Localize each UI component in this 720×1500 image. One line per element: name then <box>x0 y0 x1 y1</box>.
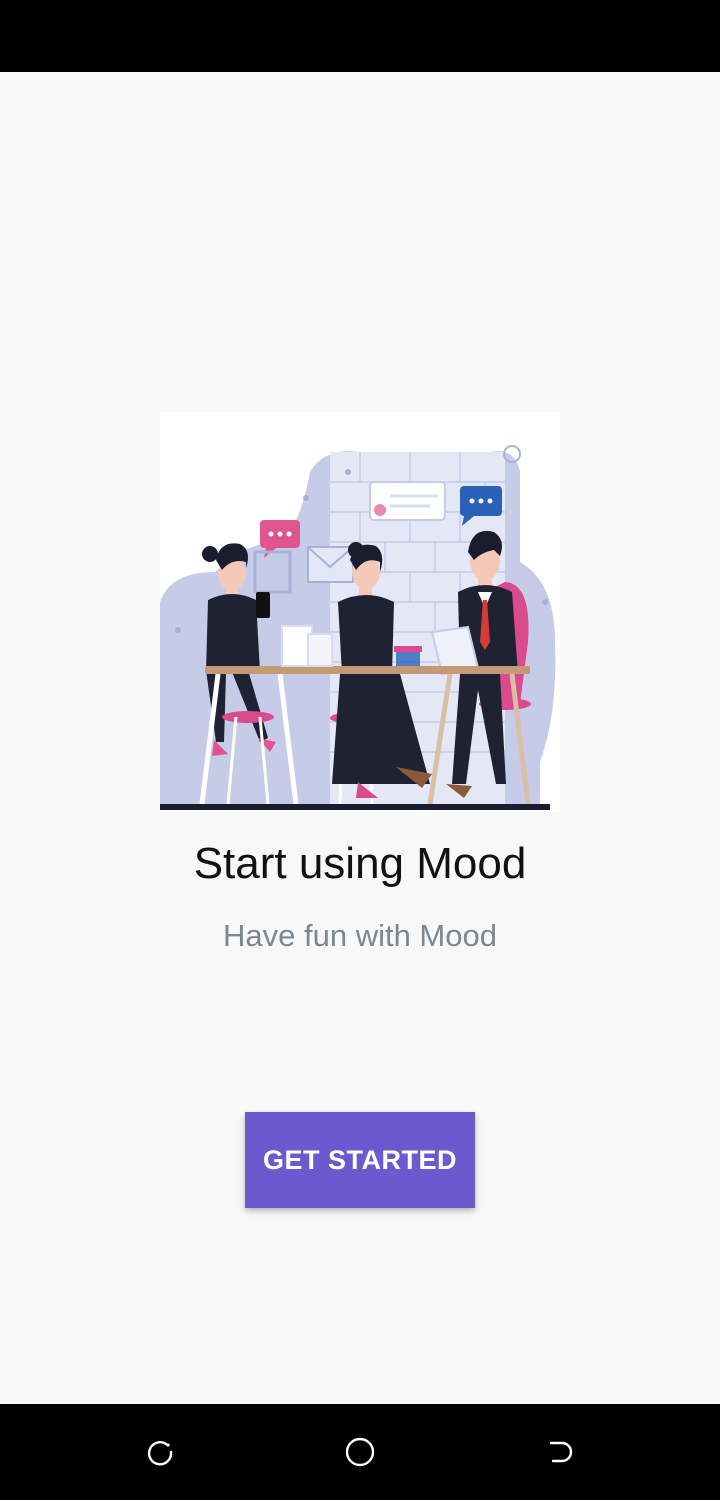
get-started-button[interactable]: GET STARTED <box>245 1112 475 1208</box>
recent-apps-icon[interactable] <box>140 1432 180 1472</box>
team-meeting-illustration <box>160 412 560 812</box>
back-icon[interactable] <box>540 1432 580 1472</box>
onboarding-screen: Start using Mood Have fun with Mood GET … <box>0 72 720 1404</box>
home-icon[interactable] <box>340 1432 380 1472</box>
page-title: Start using Mood <box>193 839 527 888</box>
system-navigation-bar <box>0 1404 720 1500</box>
page-subtitle: Have fun with Mood <box>223 918 497 953</box>
status-bar <box>0 0 720 72</box>
